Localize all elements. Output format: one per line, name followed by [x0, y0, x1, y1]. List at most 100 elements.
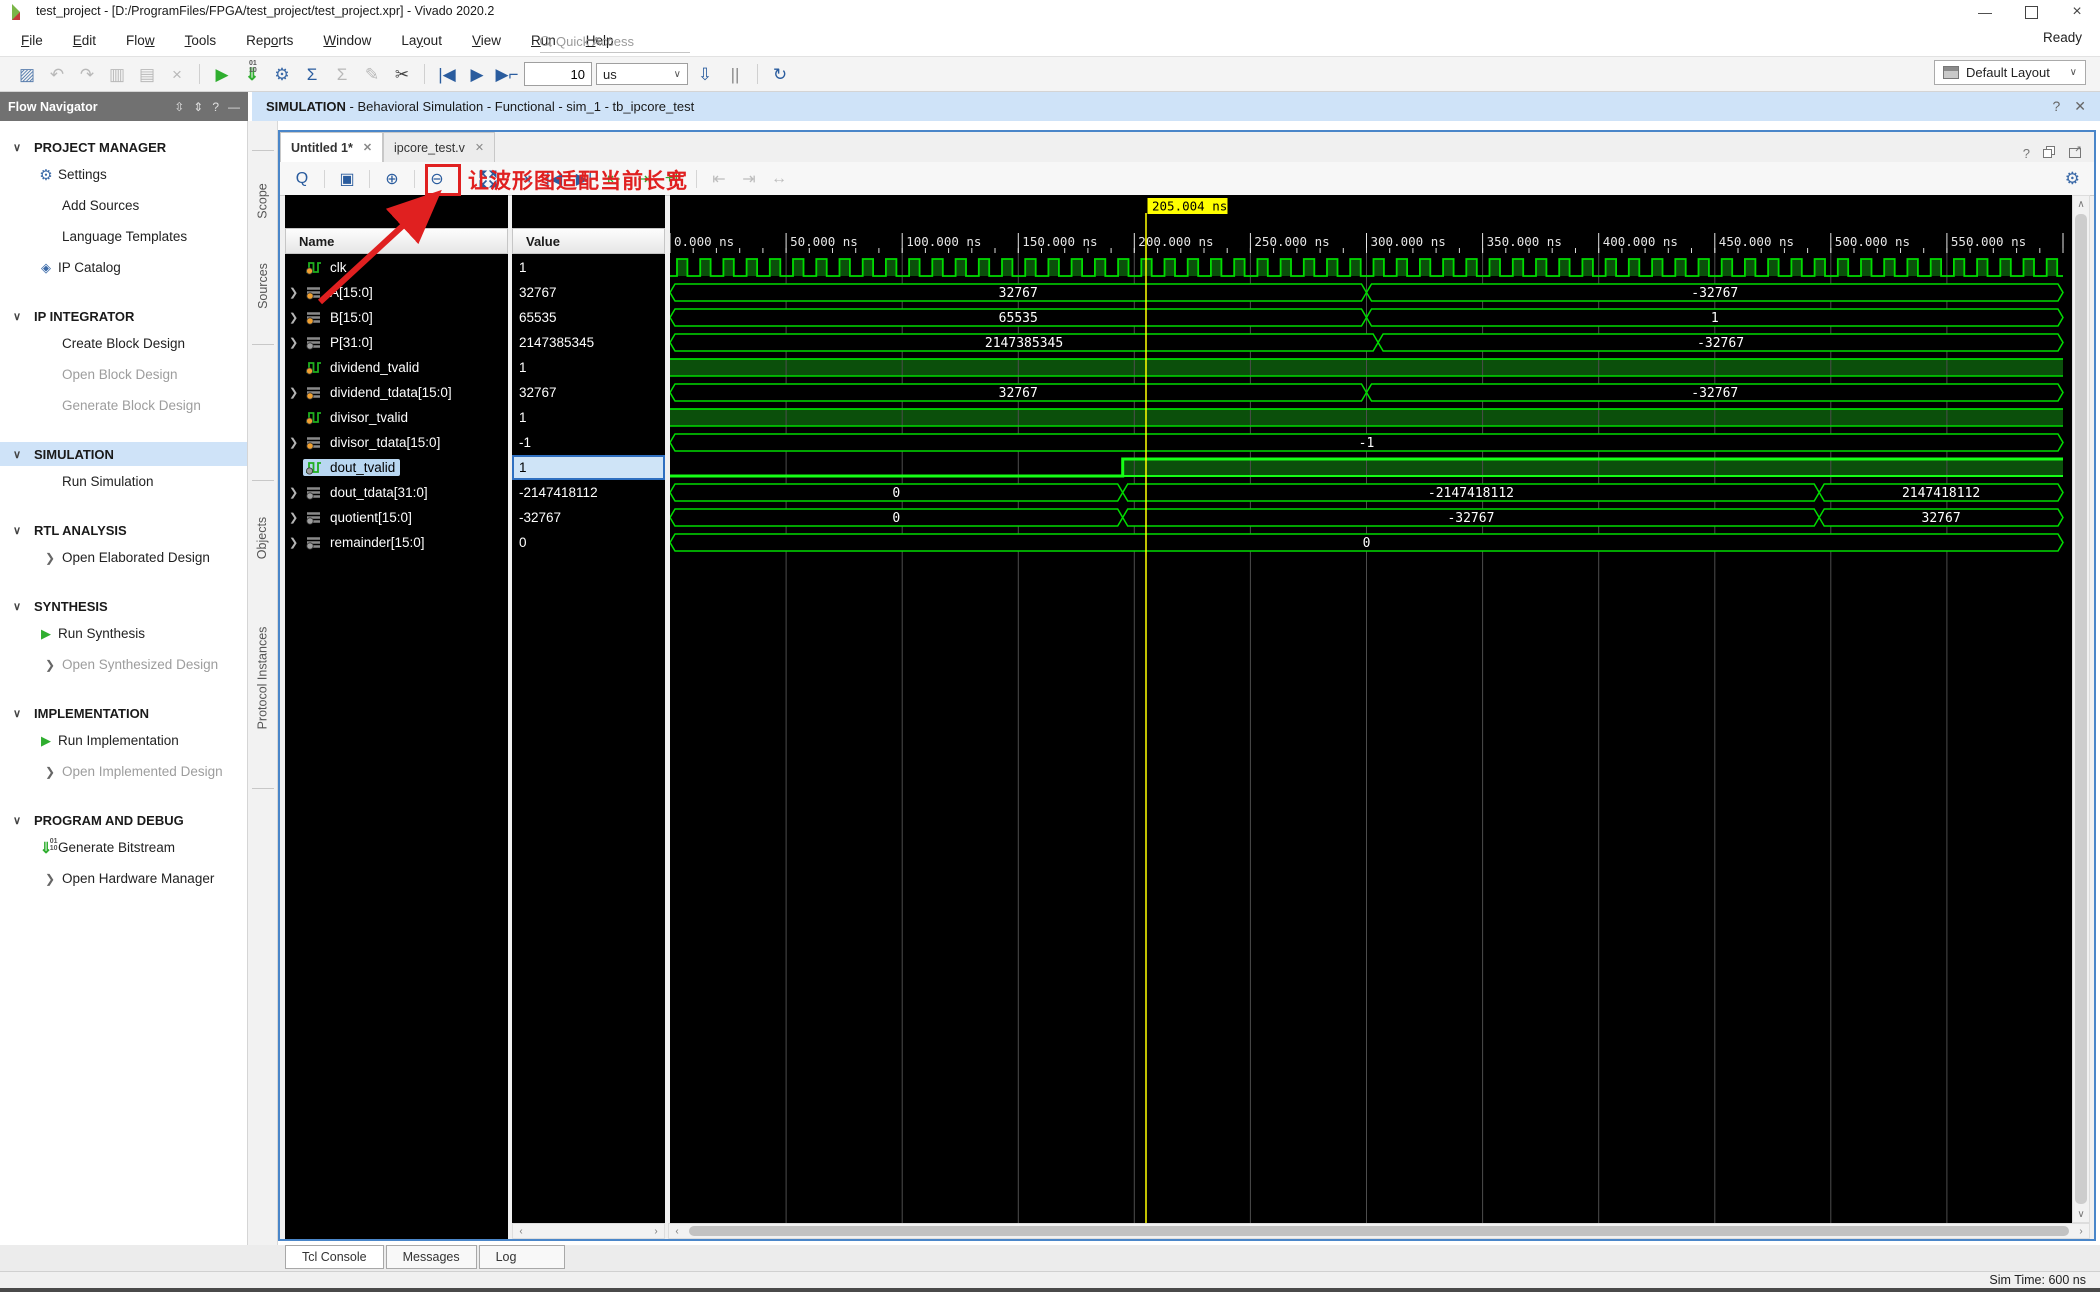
previous-marker-icon[interactable]: ⇤ — [707, 167, 731, 191]
next-marker-icon[interactable]: ⇥ — [737, 167, 761, 191]
help-icon[interactable]: ? — [2023, 146, 2030, 161]
close-tab-icon[interactable]: ✕ — [363, 141, 372, 154]
float-panel-icon[interactable] — [2042, 145, 2056, 162]
maximize-button[interactable] — [2008, 0, 2054, 24]
flow-section-ip-integrator[interactable]: ∨ IP INTEGRATOR — [0, 304, 247, 328]
bottom-tab-tcl-console[interactable]: Tcl Console — [285, 1245, 384, 1269]
quick-access-search[interactable]: Quick Access — [540, 30, 690, 53]
collapse-all-icon[interactable]: ⇳ — [174, 100, 184, 114]
minimize-panel-icon[interactable]: — — [228, 100, 240, 114]
flow-section-simulation[interactable]: ∨ SIMULATION — [0, 442, 247, 466]
signal-name-row[interactable]: dout_tvalid — [285, 455, 508, 480]
expand-signal-icon[interactable]: ❯ — [285, 386, 303, 399]
signal-name-row[interactable]: ❯ B[15:0] — [285, 305, 508, 330]
scroll-left-icon[interactable]: ‹ — [669, 1224, 685, 1238]
signal-name-row[interactable]: ❯ A[15:0] — [285, 280, 508, 305]
chevron-expanded-icon[interactable]: ∨ — [0, 814, 34, 827]
signal-value-row[interactable]: 0 — [512, 530, 665, 555]
value-column-header[interactable]: Value — [512, 228, 665, 254]
flow-item-generate-bitstream[interactable]: ⇓ 01 10 Generate Bitstream — [0, 832, 247, 863]
menu-item-window[interactable]: Window — [308, 33, 386, 48]
sum-disabled-icon[interactable]: Σ — [329, 62, 355, 86]
chevron-expanded-icon[interactable]: ∨ — [0, 310, 34, 323]
scroll-right-icon[interactable]: › — [2073, 1224, 2089, 1238]
chevron-right-icon[interactable]: ❯ — [38, 658, 62, 672]
copy-icon[interactable]: ▥ — [104, 62, 130, 86]
layout-select[interactable]: Default Layout ∨ — [1934, 60, 2086, 85]
flow-item-open-synthesized-design[interactable]: ❯ Open Synthesized Design — [0, 649, 247, 680]
run-simulation-icon[interactable]: ▶ — [209, 62, 235, 86]
run-all-icon[interactable]: ▶ — [464, 62, 490, 86]
side-tab-objects[interactable]: Objects — [248, 497, 277, 579]
time-unit-select[interactable]: us ∨ — [596, 63, 688, 85]
wave-horizontal-scrollbar[interactable]: ‹ › — [668, 1223, 2090, 1239]
flow-item-add-sources[interactable]: Add Sources — [0, 190, 247, 221]
expand-signal-icon[interactable]: ❯ — [285, 436, 303, 449]
waveform-view[interactable]: 32767 -32767 65535 1 2147385345 -32767 32767 -3… — [669, 195, 2072, 1223]
run-for-time-icon[interactable]: ▶⌐ — [494, 62, 520, 86]
chevron-expanded-icon[interactable]: ∨ — [0, 524, 34, 537]
chevron-right-icon[interactable]: ❯ — [38, 872, 62, 886]
unlink-icon[interactable]: ✂ — [389, 62, 415, 86]
help-icon[interactable]: ? — [2052, 98, 2060, 115]
signal-value-row[interactable]: 2147385345 — [512, 330, 665, 355]
waveform-svg[interactable]: 32767 -32767 65535 1 2147385345 -32767 32767 -3… — [669, 195, 2072, 1223]
menu-item-reports[interactable]: Reports — [231, 33, 308, 48]
signal-name-row[interactable]: ❯ quotient[15:0] — [285, 505, 508, 530]
flow-item-settings[interactable]: ⚙ Settings — [0, 159, 247, 190]
menu-item-tools[interactable]: Tools — [170, 33, 232, 48]
signal-value-row[interactable]: 32767 — [512, 380, 665, 405]
name-column-header[interactable]: Name — [285, 228, 508, 254]
menu-item-edit[interactable]: Edit — [58, 33, 111, 48]
flow-item-open-block-design[interactable]: Open Block Design — [0, 359, 247, 390]
generate-bitstream-toolbar-icon[interactable]: ⇓ 01 10 — [239, 60, 265, 86]
chevron-expanded-icon[interactable]: ∨ — [0, 141, 34, 154]
flow-item-create-block-design[interactable]: Create Block Design — [0, 328, 247, 359]
close-button[interactable]: × — [2054, 0, 2100, 24]
signal-name-row[interactable]: clk — [285, 255, 508, 280]
signal-value-row[interactable]: -2147418112 — [512, 480, 665, 505]
flow-item-open-hardware-manager[interactable]: ❯ Open Hardware Manager — [0, 863, 247, 894]
flow-item-open-implemented-design[interactable]: ❯ Open Implemented Design — [0, 756, 247, 787]
delete-icon[interactable]: × — [164, 62, 190, 86]
vertical-scroll-thumb[interactable] — [2075, 214, 2087, 1204]
flow-item-run-synthesis[interactable]: ▶ Run Synthesis — [0, 618, 247, 649]
signal-value-row[interactable]: 1 — [512, 455, 665, 480]
signal-value-row[interactable]: 1 — [512, 405, 665, 430]
flow-item-run-implementation[interactable]: ▶ Run Implementation — [0, 725, 247, 756]
scroll-down-icon[interactable]: ∨ — [2073, 1206, 2089, 1222]
chevron-expanded-icon[interactable]: ∨ — [0, 707, 34, 720]
side-tab-sources[interactable]: Sources — [248, 240, 277, 332]
signal-value-row[interactable]: 1 — [512, 255, 665, 280]
flow-item-run-simulation[interactable]: Run Simulation — [0, 466, 247, 497]
zoom-in-icon[interactable]: ⊕ — [380, 167, 404, 191]
bottom-tab-messages[interactable]: Messages — [385, 1245, 477, 1269]
settings-gear-icon[interactable]: ⚙ — [269, 62, 295, 86]
flow-section-implementation[interactable]: ∨ IMPLEMENTATION — [0, 701, 247, 725]
signal-name-row[interactable]: divisor_tvalid — [285, 405, 508, 430]
signal-name-row[interactable]: ❯ dividend_tdata[15:0] — [285, 380, 508, 405]
save-wave-config-icon[interactable]: ▣ — [335, 167, 359, 191]
expand-signal-icon[interactable]: ❯ — [285, 311, 303, 324]
signal-value-row[interactable]: 1 — [512, 355, 665, 380]
pause-icon[interactable]: || — [722, 62, 748, 86]
restart-sim-icon[interactable]: |◀ — [434, 62, 460, 86]
flow-section-project-manager[interactable]: ∨ PROJECT MANAGER — [0, 135, 247, 159]
expand-all-icon[interactable]: ⇕ — [193, 100, 203, 114]
horizontal-scroll-thumb[interactable] — [689, 1226, 2069, 1236]
expand-signal-icon[interactable]: ❯ — [285, 511, 303, 524]
signal-name-row[interactable]: ❯ P[31:0] — [285, 330, 508, 355]
scroll-right-icon[interactable]: › — [648, 1224, 664, 1238]
flow-section-rtl-analysis[interactable]: ∨ RTL ANALYSIS — [0, 518, 247, 542]
signal-name-row[interactable]: ❯ divisor_tdata[15:0] — [285, 430, 508, 455]
close-tab-icon[interactable]: ✕ — [475, 141, 484, 154]
close-simulation-icon[interactable]: ✕ — [2074, 98, 2086, 115]
step-icon[interactable]: ⇩ — [692, 62, 718, 86]
scroll-up-icon[interactable]: ∧ — [2073, 196, 2089, 212]
paste-icon[interactable]: ▤ — [134, 62, 160, 86]
scroll-left-icon[interactable]: ‹ — [513, 1224, 529, 1238]
bottom-tab-log[interactable]: Log — [478, 1245, 565, 1269]
wave-tab-ipcore-test-v[interactable]: ipcore_test.v ✕ — [383, 132, 496, 162]
wave-vertical-scrollbar[interactable]: ∧ ∨ — [2072, 195, 2090, 1223]
span-markers-icon[interactable]: ↔ — [767, 167, 791, 191]
